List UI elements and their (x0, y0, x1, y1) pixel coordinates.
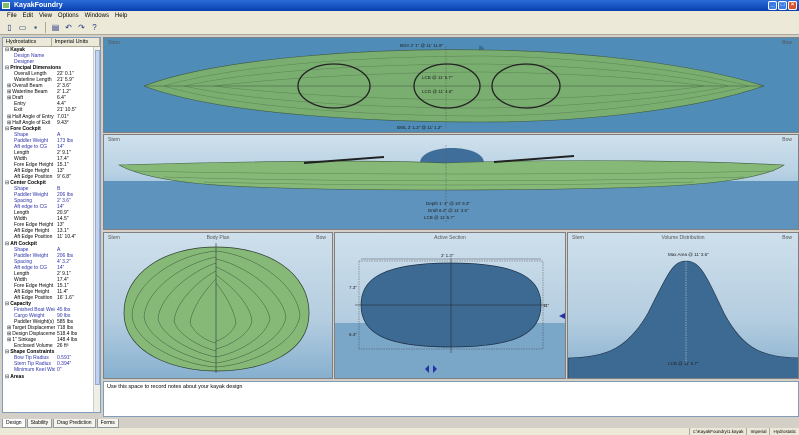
property-tree: KayakDesign NameDesignerPrincipal Dimens… (3, 47, 100, 380)
bodyplan-bow-label: Bow (316, 235, 326, 241)
profile-stern-label: Stern (108, 137, 120, 143)
property-value (90, 374, 92, 380)
profile-draft-label: Draft 6.4" @ 11' 3.6" (428, 208, 469, 213)
tab-forms[interactable]: Forms (96, 419, 119, 428)
active-section-view[interactable]: Active Section 2' 1.3" 7.3" 11" 6.4" (334, 232, 566, 379)
status-mode: Hydrostatic (769, 428, 799, 435)
status-bar: c:\KayakFoundry\1.kayak Imperial Hydrost… (0, 428, 799, 435)
section-height-label: 7.3" (349, 285, 357, 290)
window-title: KayakFoundry (14, 2, 63, 9)
print-icon[interactable]: ▤ (50, 22, 61, 33)
profile-lcb-label: LCB @ 11' 5.7" (424, 215, 455, 220)
volume-bow-label: Bow (782, 235, 792, 241)
plan-view[interactable]: Stern Bow BOA 2' 1" @ 11' 11.9" LCB @ 11… (103, 37, 799, 133)
menu-bar: File Edit View Options Windows Help (0, 11, 799, 21)
save-icon[interactable]: ▪ (30, 22, 41, 33)
section-marker-icon (559, 313, 565, 319)
tab-design[interactable]: Design (2, 419, 26, 428)
app-window: KayakFoundry _ □ × File Edit View Option… (0, 0, 799, 435)
bodyplan-title: Body Plan (206, 235, 230, 241)
plan-boa-label: BOA 2' 1" @ 11' 11.9" (400, 43, 443, 48)
menu-view[interactable]: View (36, 11, 55, 21)
open-folder-icon[interactable]: ▭ (17, 22, 28, 33)
profile-bow-label: Bow (782, 137, 792, 143)
help-icon[interactable]: ? (89, 22, 100, 33)
body-plan-view[interactable]: Stern Body Plan Bow (103, 232, 333, 379)
header-units[interactable]: Imperial Units (52, 38, 100, 46)
profile-view[interactable]: Stern Bow Depth 1' 4" @ 10' 9.3" Draft 6… (103, 134, 799, 230)
menu-options[interactable]: Options (55, 11, 82, 21)
design-notes-textarea[interactable]: Use this space to record notes about you… (103, 381, 799, 417)
kayak-app-icon (2, 2, 10, 9)
maximize-button[interactable]: □ (778, 1, 787, 10)
section-drawing: 2' 1.3" 7.3" 11" 6.4" (335, 253, 565, 378)
volume-distribution-view[interactable]: Stern Volume Distribution Bow Max Area @… (567, 232, 799, 379)
undo-icon[interactable]: ↶ (63, 22, 74, 33)
menu-file[interactable]: File (4, 11, 20, 21)
close-button[interactable]: × (788, 1, 797, 10)
menu-help[interactable]: Help (112, 11, 130, 21)
title-bar[interactable]: KayakFoundry _ □ × (0, 0, 799, 11)
status-units: Imperial (746, 428, 769, 435)
header-hydrostatics[interactable]: Hydrostatics (3, 38, 52, 46)
tree-section[interactable]: Areas (3, 374, 92, 380)
panel-scrollbar[interactable] (93, 47, 100, 412)
volume-title: Volume Distribution (661, 235, 705, 241)
plan-bwl-label: BWL 2' 1.2" @ 11' 1.2" (397, 125, 442, 130)
toolbar-separator (45, 22, 46, 33)
scroll-thumb[interactable] (95, 50, 100, 385)
plan-lcb-label: LCB @ 11' 5.7" (422, 75, 453, 80)
menu-edit[interactable]: Edit (20, 11, 36, 21)
plan-hull-drawing: BOA 2' 1" @ 11' 11.9" LCB @ 11' 5.7" LCG… (143, 43, 765, 130)
new-file-icon[interactable]: ▯ (4, 22, 15, 33)
plan-bow-label: Bow (782, 40, 792, 46)
tab-drag-prediction[interactable]: Drag Prediction (53, 419, 96, 428)
status-file-path: c:\KayakFoundry\1.kayak (688, 428, 747, 435)
plan-stern-label: Stern (108, 40, 120, 46)
volume-lcb-label: LCB @ 11' 5.7" (668, 361, 699, 366)
plan-lcg-label: LCG @ 11' 4.6" (422, 89, 453, 94)
body-plan-drawing (123, 243, 310, 373)
volume-max-label: Max Area @ 11' 3.6" (668, 252, 709, 257)
property-name: Areas (3, 374, 90, 380)
profile-hull-drawing: Depth 1' 4" @ 10' 9.3" Draft 6.4" @ 11' … (104, 145, 798, 229)
menu-windows[interactable]: Windows (82, 11, 112, 21)
toolbar: ▯ ▭ ▪ ▤ ↶ ↷ ? (0, 21, 799, 35)
section-title: Active Section (434, 235, 466, 241)
bottom-tabs: Design Stability Drag Prediction Forms (2, 419, 120, 428)
panel-header: Hydrostatics Imperial Units (3, 38, 100, 47)
volume-curve-drawing: Max Area @ 11' 3.6" LCB @ 11' 5.7" (568, 252, 798, 378)
redo-icon[interactable]: ↷ (76, 22, 87, 33)
hydrostatics-panel: Hydrostatics Imperial Units KayakDesign … (2, 37, 101, 413)
profile-depth-label: Depth 1' 4" @ 10' 9.3" (426, 201, 470, 206)
section-width-label: 2' 1.3" (441, 253, 454, 258)
section-draft-label: 6.4" (349, 332, 357, 337)
tab-stability[interactable]: Stability (26, 419, 53, 428)
minimize-button[interactable]: _ (768, 1, 777, 10)
section-right-label: 11" (543, 303, 550, 308)
